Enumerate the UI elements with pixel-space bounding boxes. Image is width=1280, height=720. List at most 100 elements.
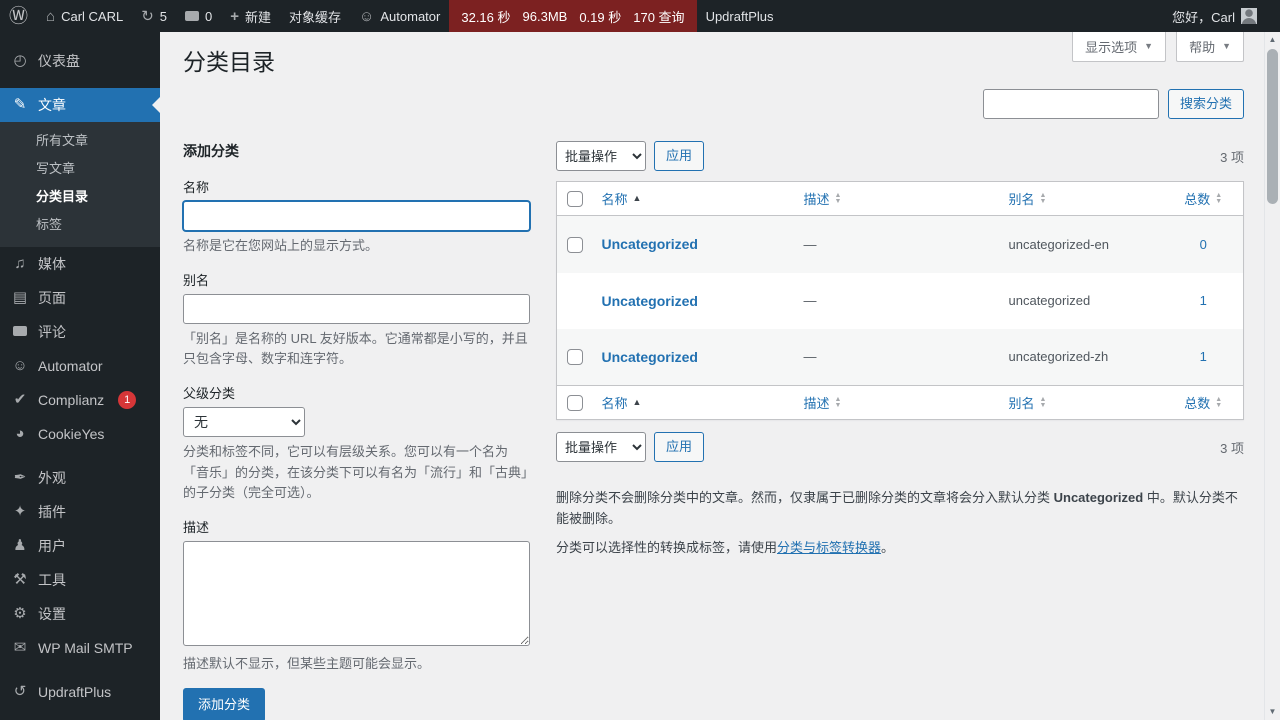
column-label: 名称 bbox=[602, 393, 628, 412]
tablenav-top: 批量操作 应用 3 项 bbox=[556, 141, 1244, 171]
sidebar-item-label: WP Mail SMTP bbox=[38, 638, 133, 658]
sidebar-item-appearance[interactable]: ✒ 外观 bbox=[0, 461, 160, 495]
chevron-down-icon: ▼ bbox=[1144, 42, 1153, 51]
submenu-item-tags[interactable]: 标签 bbox=[0, 211, 160, 239]
sidebar-item-automator[interactable]: ☺ Automator bbox=[0, 349, 160, 383]
plugin-icon: ✦ bbox=[10, 502, 30, 522]
comments-menu[interactable]: 0 bbox=[176, 0, 221, 32]
submenu-item-all-posts[interactable]: 所有文章 bbox=[0, 127, 160, 155]
add-category-button[interactable]: 添加分类 bbox=[183, 688, 265, 720]
sidebar-item-settings[interactable]: ⚙ 设置 bbox=[0, 597, 160, 631]
sort-by-description[interactable]: 描述 bbox=[804, 393, 842, 412]
site-name-menu[interactable]: ⌂ Carl CARL bbox=[37, 0, 132, 32]
note-text: 分类可以选择性的转换成标签，请使用 bbox=[556, 540, 777, 555]
note-text: 。 bbox=[881, 540, 894, 555]
sort-by-count[interactable]: 总数 bbox=[1184, 189, 1222, 208]
category-description-textarea[interactable] bbox=[183, 541, 530, 646]
category-slug-input[interactable] bbox=[183, 294, 530, 324]
submenu-item-categories[interactable]: 分类目录 bbox=[0, 183, 160, 211]
sort-by-slug[interactable]: 别名 bbox=[1009, 189, 1047, 208]
updraftplus-menu[interactable]: UpdraftPlus bbox=[697, 0, 783, 32]
categories-list: 批量操作 应用 3 项 名称 bbox=[556, 141, 1244, 567]
sort-by-name[interactable]: 名称 bbox=[602, 189, 642, 208]
scrollbar[interactable]: ▲ ▼ bbox=[1264, 32, 1280, 720]
screen-options-button[interactable]: 显示选项 ▼ bbox=[1072, 32, 1166, 62]
sidebar-item-label: Automator bbox=[38, 356, 103, 376]
help-button[interactable]: 帮助 ▼ bbox=[1176, 32, 1244, 62]
object-cache-menu[interactable]: 对象缓存 bbox=[280, 0, 350, 32]
admin-sidebar: ◴ 仪表盘 ✎ 文章 所有文章 写文章 分类目录 标签 ♫ 媒体 ▤ 页面 评论… bbox=[0, 32, 160, 720]
sort-by-description[interactable]: 描述 bbox=[804, 189, 842, 208]
category-name-link[interactable]: Uncategorized bbox=[602, 236, 698, 252]
tablenav-bottom: 批量操作 应用 3 项 bbox=[556, 432, 1244, 462]
category-count-link[interactable]: 1 bbox=[1200, 349, 1207, 364]
parent-category-select[interactable]: 无 bbox=[183, 407, 305, 437]
bulk-actions-select[interactable]: 批量操作 bbox=[556, 141, 646, 171]
scroll-up-icon[interactable]: ▲ bbox=[1265, 32, 1280, 48]
sidebar-item-pages[interactable]: ▤ 页面 bbox=[0, 281, 160, 315]
sidebar-item-complianz[interactable]: ✔ Complianz 1 bbox=[0, 383, 160, 417]
bulk-actions-select[interactable]: 批量操作 bbox=[556, 432, 646, 462]
updates-menu[interactable]: ↻ 5 bbox=[132, 0, 176, 32]
wordpress-logo-icon: Ⓦ bbox=[9, 7, 28, 26]
row-checkbox[interactable] bbox=[567, 349, 583, 365]
tools-icon: ⚒ bbox=[10, 570, 30, 590]
scrollbar-thumb[interactable] bbox=[1267, 49, 1278, 204]
submenu-item-new-post[interactable]: 写文章 bbox=[0, 155, 160, 183]
categories-table: 名称 描述 bbox=[556, 181, 1244, 420]
apply-button[interactable]: 应用 bbox=[654, 432, 704, 462]
category-count-link[interactable]: 0 bbox=[1200, 237, 1207, 252]
sort-by-name[interactable]: 名称 bbox=[602, 393, 642, 412]
sort-by-slug[interactable]: 别名 bbox=[1009, 393, 1047, 412]
sidebar-item-dashboard[interactable]: ◴ 仪表盘 bbox=[0, 44, 160, 78]
select-all-checkbox[interactable] bbox=[567, 191, 583, 207]
sidebar-item-posts[interactable]: ✎ 文章 bbox=[0, 88, 160, 122]
name-field: 名称 名称是它在您网站上的显示方式。 bbox=[183, 177, 530, 256]
sort-by-count[interactable]: 总数 bbox=[1184, 393, 1222, 412]
sidebar-item-label: 页面 bbox=[38, 288, 66, 308]
posts-submenu: 所有文章 写文章 分类目录 标签 bbox=[0, 122, 160, 247]
convert-note: 分类可以选择性的转换成标签，请使用分类与标签转换器。 bbox=[556, 538, 1244, 559]
note-text: 删除分类不会删除分类中的文章。然而，仅隶属于已删除分类的文章将会分入默认分类 bbox=[556, 490, 1054, 505]
sidebar-item-media[interactable]: ♫ 媒体 bbox=[0, 247, 160, 281]
automator-menu[interactable]: ☺ Automator bbox=[350, 0, 449, 32]
sidebar-item-comments[interactable]: 评论 bbox=[0, 315, 160, 349]
my-account-menu[interactable]: 您好，Carl bbox=[1163, 0, 1266, 32]
cookie-icon: ◕ bbox=[10, 424, 30, 444]
converter-link[interactable]: 分类与标签转换器 bbox=[777, 540, 881, 555]
category-name-input[interactable] bbox=[183, 201, 530, 231]
sidebar-item-label: 文章 bbox=[38, 95, 66, 115]
search-categories-button[interactable]: 搜索分类 bbox=[1168, 89, 1244, 119]
scroll-down-icon[interactable]: ▼ bbox=[1265, 704, 1280, 720]
category-name-link[interactable]: Uncategorized bbox=[602, 349, 698, 365]
sidebar-item-tools[interactable]: ⚒ 工具 bbox=[0, 563, 160, 597]
checkmark-icon: ✔ bbox=[10, 390, 30, 410]
query-monitor-menu[interactable]: 32.16 秒 96.3MB 0.19 秒 170 查询 bbox=[449, 0, 696, 32]
sidebar-item-plugins[interactable]: ✦ 插件 bbox=[0, 495, 160, 529]
apply-button[interactable]: 应用 bbox=[654, 141, 704, 171]
category-slug: uncategorized-zh bbox=[999, 329, 1164, 386]
sidebar-item-users[interactable]: ♟ 用户 bbox=[0, 529, 160, 563]
search-categories-input[interactable] bbox=[983, 89, 1159, 119]
automator-label: Automator bbox=[380, 9, 440, 24]
category-count-link[interactable]: 1 bbox=[1200, 293, 1207, 308]
row-checkbox[interactable] bbox=[567, 237, 583, 253]
notification-badge: 1 bbox=[118, 391, 136, 409]
category-name-link[interactable]: Uncategorized bbox=[602, 293, 698, 309]
column-label: 总数 bbox=[1184, 189, 1210, 208]
select-all-checkbox[interactable] bbox=[567, 395, 583, 411]
sidebar-item-updraftplus[interactable]: ↺ UpdraftPlus bbox=[0, 675, 160, 709]
plus-icon: + bbox=[230, 8, 239, 25]
sidebar-item-wp-mail-smtp[interactable]: ✉ WP Mail SMTP bbox=[0, 631, 160, 665]
sidebar-item-label: UpdraftPlus bbox=[38, 682, 111, 702]
qm-page-time: 32.16 秒 bbox=[461, 7, 510, 26]
avatar bbox=[1241, 8, 1257, 24]
sidebar-item-cookieyes[interactable]: ◕ CookieYes bbox=[0, 417, 160, 451]
wp-logo-menu[interactable]: Ⓦ bbox=[0, 0, 37, 32]
sidebar-item-label: 设置 bbox=[38, 604, 66, 624]
category-description: — bbox=[794, 216, 999, 273]
name-help: 名称是它在您网站上的显示方式。 bbox=[183, 236, 530, 256]
new-content-menu[interactable]: + 新建 bbox=[221, 0, 280, 32]
sort-icon bbox=[835, 397, 842, 409]
media-icon: ♫ bbox=[10, 254, 30, 274]
